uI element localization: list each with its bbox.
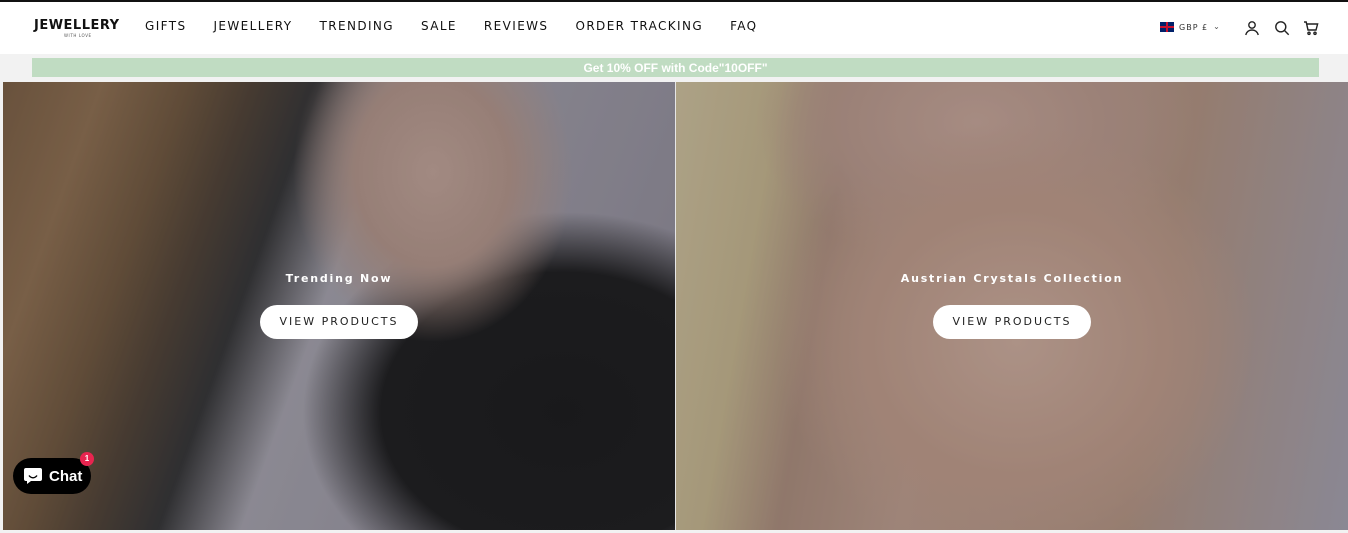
chat-button[interactable]: Chat 1 [13, 452, 94, 494]
chat-bubble-icon [24, 468, 42, 484]
hero-title: Austrian Crystals Collection [900, 272, 1124, 285]
promo-text: Get 10% OFF with Code"10OFF" [583, 60, 768, 75]
chevron-down-icon: ⌄ [1213, 22, 1220, 31]
uk-flag-icon [1160, 22, 1174, 32]
cart-icon[interactable] [1303, 20, 1319, 36]
currency-selector[interactable]: GBP £ ⌄ [1160, 22, 1220, 32]
nav-item-faq[interactable]: FAQ [730, 18, 757, 34]
chat-notification-badge: 1 [80, 452, 94, 466]
site-header: JEWELLERY WITH LOVE GIFTS JEWELLERY TREN… [0, 2, 1348, 54]
nav-item-sale[interactable]: SALE [421, 18, 457, 34]
nav-item-reviews[interactable]: REVIEWS [484, 18, 549, 34]
view-products-button[interactable]: VIEW PRODUCTS [260, 305, 418, 339]
account-icon[interactable] [1244, 20, 1260, 36]
logo-tagline: WITH LOVE [64, 33, 92, 38]
chat-label: Chat [49, 467, 83, 485]
promo-banner[interactable]: Get 10% OFF with Code"10OFF" [32, 58, 1319, 77]
currency-label: GBP £ [1179, 22, 1209, 32]
view-products-button[interactable]: VIEW PRODUCTS [933, 305, 1091, 339]
hero-trending[interactable]: Trending Now VIEW PRODUCTS [3, 82, 675, 530]
nav-item-jewellery[interactable]: JEWELLERY [213, 18, 292, 34]
brand-logo[interactable]: JEWELLERY WITH LOVE [34, 18, 120, 41]
main-nav: GIFTS JEWELLERY TRENDING SALE REVIEWS OR… [145, 18, 785, 34]
hero-title: Trending Now [285, 272, 393, 285]
nav-item-trending[interactable]: TRENDING [320, 18, 394, 34]
hero-austrian-crystals[interactable]: Austrian Crystals Collection VIEW PRODUC… [676, 82, 1348, 530]
search-icon[interactable] [1274, 20, 1290, 36]
nav-item-order-tracking[interactable]: ORDER TRACKING [575, 18, 703, 34]
hero-content: Trending Now VIEW PRODUCTS [3, 272, 675, 339]
logo-wordmark: JEWELLERY [34, 18, 120, 33]
nav-item-gifts[interactable]: GIFTS [145, 18, 186, 34]
hero-content: Austrian Crystals Collection VIEW PRODUC… [676, 272, 1348, 339]
